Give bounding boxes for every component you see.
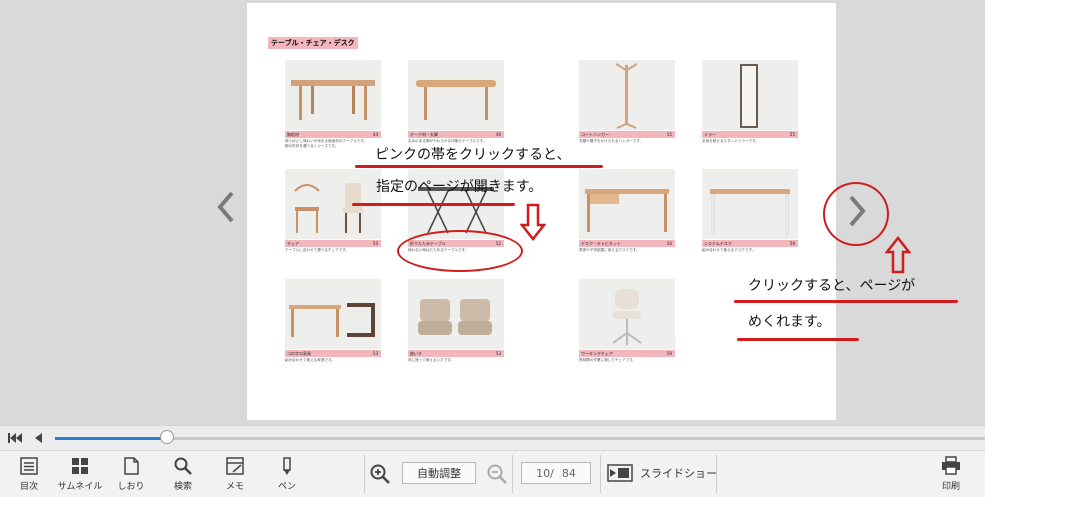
annotation-circle [823,182,889,246]
product-card: デスク・キャビネット 56 書斎や子供部屋に使えるデスクです。 [579,169,675,253]
thumbnails-button[interactable]: サムネイル [56,455,104,492]
page-link-band[interactable]: デスク・キャビネット 56 [579,240,675,247]
toolbar-divider [512,455,513,493]
product-photo [702,169,798,239]
memo-button[interactable]: メモ [211,455,259,492]
product-card: 座いす 53 床に座って使えるいすです。 [408,279,504,363]
toc-button[interactable]: 目次 [5,455,53,492]
annotation-up-arrow-icon [885,236,911,274]
product-photo [579,60,675,130]
page-link-band[interactable]: システムデスク 58 [702,240,798,247]
zoom-out-button[interactable] [486,463,508,489]
search-icon [174,457,192,475]
page-link-band[interactable]: ワーキングチェア 59 [579,350,675,357]
product-card: コの字の家具 53 組み合わせて使える家具です。 [285,279,381,363]
page-link-band[interactable]: オーク材・丸脚 46 [408,131,504,138]
zoom-in-icon [370,464,390,484]
page-number-field[interactable]: 10/84 [521,462,591,484]
toolbar-divider [364,455,365,493]
page-link-band[interactable]: コの字の家具 53 [285,350,381,357]
section-title: テーブル・チェア・デスク [268,37,358,49]
bookmark-icon [124,457,139,475]
auto-fit-button[interactable]: 自動調整 [402,462,476,484]
toolbar-divider [716,455,717,493]
prev-page-button[interactable] [215,190,237,232]
product-card: コートハンガー 55 衣類や帽子をかけられるハンガーです。 [579,60,675,144]
product-photo [285,60,381,130]
product-card: ミラー 55 全身を映せるスタンドミラーです。 [702,60,798,144]
progress-slider-handle[interactable] [160,430,174,444]
product-photo [702,60,798,130]
annotation-next-line2: めくれます。 [748,314,831,330]
product-card: オーク材・丸脚 46 丸みのある脚がやわらかな印象のテーブルです。 [408,60,504,144]
product-photo [579,169,675,239]
grid-icon [72,458,88,474]
annotation-underline [352,203,515,206]
annotation-pink-band-line1: ピンクの帯をクリックすると、 [375,147,571,163]
print-icon [942,456,960,475]
zoom-in-button[interactable] [369,463,391,489]
product-card: システムデスク 58 組み合わせて使えるデスクです。 [702,169,798,253]
slideshow-button[interactable]: スライドショー [606,462,717,484]
annotation-underline [737,338,859,341]
annotation-circle [397,230,523,272]
bookmark-button[interactable]: しおり [107,455,155,492]
zoom-out-icon [487,464,507,484]
annotation-down-arrow-icon [520,203,546,241]
chevron-left-icon [217,191,234,223]
pen-button[interactable]: ペン [263,455,311,492]
first-page-icon[interactable] [7,431,23,445]
page-link-band[interactable]: 無垢材 44 [285,131,381,138]
pen-icon [283,457,291,475]
page-link-band[interactable]: コートハンガー 55 [579,131,675,138]
toolbar-divider [600,455,601,493]
product-card: チェア 50 テーブルに合わせて選べるチェアです。 [285,169,381,253]
product-photo [579,279,675,349]
memo-icon [226,457,244,475]
product-photo [285,279,381,349]
progress-track[interactable] [55,437,985,440]
toc-icon [20,457,38,475]
product-card: 無垢材 44 使うほどに味わいが深まる無垢材のテーブルです。 脚の形状を選べるシリ… [285,60,381,149]
annotation-underline [734,300,958,303]
annotation-underline [355,165,603,168]
search-button[interactable]: 検索 [159,455,207,492]
product-photo [408,279,504,349]
product-card: ワーキングチェア 59 長時間の作業に適したチェアです。 [579,279,675,363]
progress-fill [55,437,167,440]
page-link-band[interactable]: チェア 50 [285,240,381,247]
previous-page-icon[interactable] [32,431,44,445]
page-link-band[interactable]: ミラー 55 [702,131,798,138]
product-photo [408,60,504,130]
page-link-band[interactable]: 座いす 53 [408,350,504,357]
print-button[interactable]: 印刷 [927,455,975,492]
annotation-pink-band-line2: 指定のページが開きます。 [376,179,543,195]
page-progress-bar [0,425,985,450]
annotation-next-line1: クリックすると、ページが [748,278,916,294]
slideshow-icon [607,464,633,482]
bottom-toolbar: 目次 サムネイル しおり 検索 メモ ペン 自動調整 10/84 スライドショー… [0,450,985,497]
